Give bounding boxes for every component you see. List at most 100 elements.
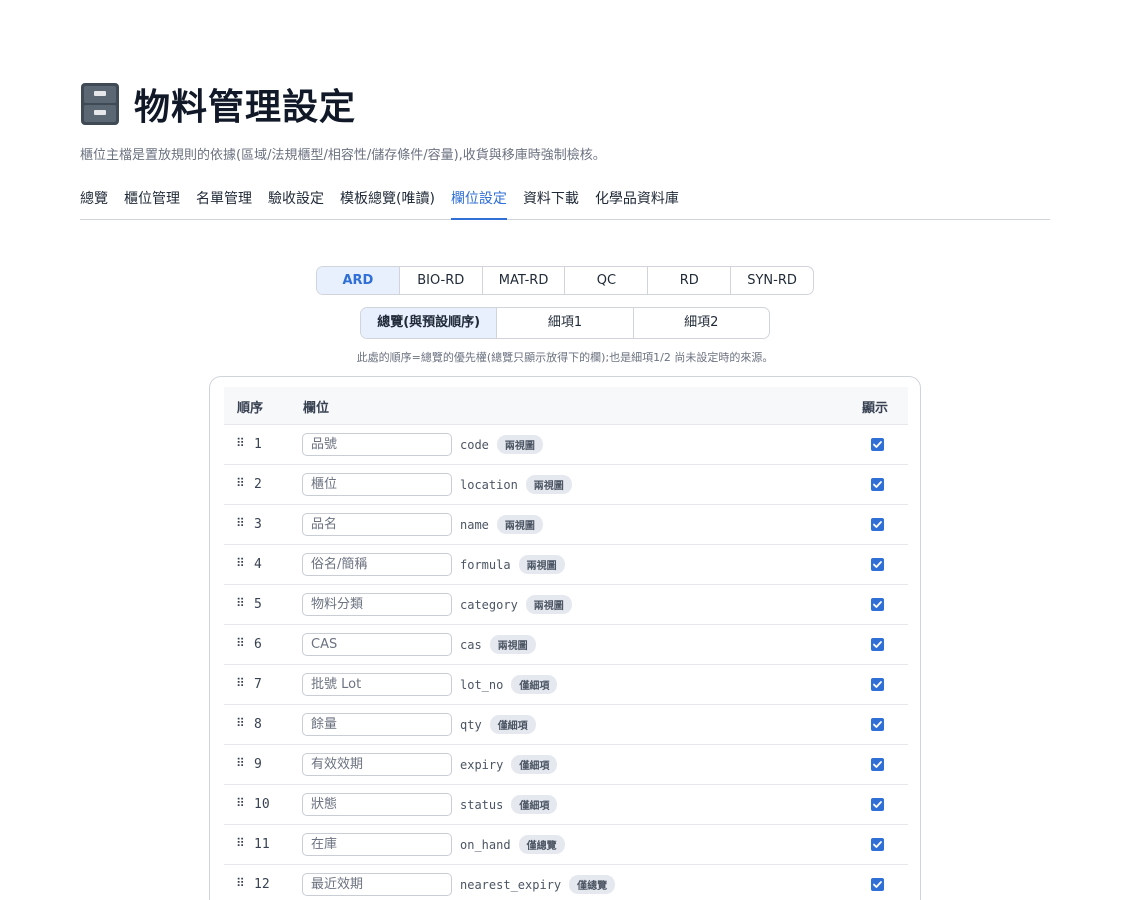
- field-label-input[interactable]: [302, 593, 452, 616]
- show-checkbox[interactable]: [871, 558, 884, 571]
- scope-badge: 兩視圖: [525, 475, 572, 494]
- scope-badge: 兩視圖: [518, 555, 565, 574]
- show-checkbox[interactable]: [871, 598, 884, 611]
- row-order: 3: [254, 517, 262, 532]
- column-header-show: 顯示: [862, 401, 889, 416]
- drag-handle-icon[interactable]: ⠿: [236, 836, 245, 850]
- tab-overview[interactable]: 總覽: [80, 186, 108, 220]
- field-key: category: [460, 597, 518, 612]
- show-checkbox[interactable]: [871, 638, 884, 651]
- field-key: lot_no: [460, 677, 504, 692]
- view-detail-1[interactable]: 細項1: [497, 308, 634, 338]
- scope-badge: 僅總覽: [569, 875, 616, 894]
- row-order: 7: [254, 677, 262, 692]
- department-mat-rd[interactable]: MAT-RD: [483, 267, 566, 294]
- department-ard[interactable]: ARD: [317, 267, 400, 294]
- table-row[interactable]: ⠿ 12 nearest_expiry 僅總覽: [224, 865, 908, 900]
- show-checkbox[interactable]: [871, 798, 884, 811]
- row-order: 2: [254, 477, 262, 492]
- show-checkbox[interactable]: [871, 518, 884, 531]
- file-cabinet-icon: [80, 82, 120, 126]
- show-checkbox[interactable]: [871, 678, 884, 691]
- field-label-input[interactable]: [302, 673, 452, 696]
- table-row[interactable]: ⠿ 9 expiry 僅細項: [224, 745, 908, 785]
- table-row[interactable]: ⠿ 11 on_hand 僅總覽: [224, 825, 908, 865]
- field-key-group: qty 僅細項: [460, 715, 536, 734]
- checkbox-checked-icon: [873, 881, 882, 888]
- scope-badge: 僅總覽: [518, 835, 565, 854]
- field-label-input[interactable]: [302, 553, 452, 576]
- field-label-input[interactable]: [302, 713, 452, 736]
- table-row[interactable]: ⠿ 10 status 僅細項: [224, 785, 908, 825]
- drag-handle-icon[interactable]: ⠿: [236, 716, 245, 730]
- table-row[interactable]: ⠿ 1 code 兩視圖: [224, 425, 908, 465]
- drag-handle-icon[interactable]: ⠿: [236, 796, 245, 810]
- checkbox-checked-icon: [873, 641, 882, 648]
- table-row[interactable]: ⠿ 4 formula 兩視圖: [224, 545, 908, 585]
- row-order: 6: [254, 637, 262, 652]
- row-order: 9: [254, 757, 262, 772]
- field-key: qty: [460, 717, 482, 732]
- field-label-input[interactable]: [302, 433, 452, 456]
- drag-handle-icon[interactable]: ⠿: [236, 516, 245, 530]
- tab-inspection-settings[interactable]: 驗收設定: [268, 186, 324, 220]
- drag-handle-icon[interactable]: ⠿: [236, 636, 245, 650]
- department-bio-rd[interactable]: BIO-RD: [400, 267, 483, 294]
- tab-data-download[interactable]: 資料下載: [523, 186, 579, 220]
- field-key: status: [460, 797, 504, 812]
- drag-handle-icon[interactable]: ⠿: [236, 876, 245, 890]
- tab-location-management[interactable]: 櫃位管理: [124, 186, 180, 220]
- scope-badge: 僅細項: [511, 675, 558, 694]
- department-qc[interactable]: QC: [565, 267, 649, 294]
- tab-field-settings[interactable]: 欄位設定: [450, 186, 507, 220]
- tab-template-overview[interactable]: 模板總覽(唯讀): [340, 186, 435, 220]
- field-key-group: lot_no 僅細項: [460, 675, 558, 694]
- department-rd[interactable]: RD: [648, 267, 732, 294]
- field-key-group: formula 兩視圖: [460, 555, 565, 574]
- field-key: name: [460, 517, 489, 532]
- drag-handle-icon[interactable]: ⠿: [236, 596, 245, 610]
- drag-handle-icon[interactable]: ⠿: [236, 556, 245, 570]
- table-row[interactable]: ⠿ 2 location 兩視圖: [224, 465, 908, 505]
- field-label-input[interactable]: [302, 473, 452, 496]
- field-key-group: category 兩視圖: [460, 595, 572, 614]
- field-label-input[interactable]: [302, 873, 452, 896]
- checkbox-checked-icon: [873, 681, 882, 688]
- tab-chemical-database[interactable]: 化學品資料庫: [595, 186, 679, 220]
- checkbox-checked-icon: [873, 601, 882, 608]
- drag-handle-icon[interactable]: ⠿: [236, 476, 245, 490]
- row-order: 11: [254, 837, 270, 852]
- field-key-group: nearest_expiry 僅總覽: [460, 875, 616, 894]
- field-label-input[interactable]: [302, 513, 452, 536]
- field-key: formula: [460, 557, 511, 572]
- view-overview[interactable]: 總覽(與預設順序): [361, 308, 498, 338]
- field-label-input[interactable]: [302, 793, 452, 816]
- table-row[interactable]: ⠿ 3 name 兩視圖: [224, 505, 908, 545]
- tab-list-management[interactable]: 名單管理: [196, 186, 252, 220]
- column-header-field: 欄位: [303, 401, 330, 416]
- field-label-input[interactable]: [302, 633, 452, 656]
- field-key-group: cas 兩視圖: [460, 635, 536, 654]
- field-label-input[interactable]: [302, 753, 452, 776]
- table-row[interactable]: ⠿ 7 lot_no 僅細項: [224, 665, 908, 705]
- table-row[interactable]: ⠿ 5 category 兩視圖: [224, 585, 908, 625]
- show-checkbox[interactable]: [871, 878, 884, 891]
- row-order: 1: [254, 437, 262, 452]
- table-row[interactable]: ⠿ 8 qty 僅細項: [224, 705, 908, 745]
- drag-handle-icon[interactable]: ⠿: [236, 436, 245, 450]
- scope-badge: 兩視圖: [496, 435, 543, 454]
- checkbox-checked-icon: [873, 801, 882, 808]
- show-checkbox[interactable]: [871, 478, 884, 491]
- view-detail-2[interactable]: 細項2: [634, 308, 769, 338]
- table-row[interactable]: ⠿ 6 cas 兩視圖: [224, 625, 908, 665]
- drag-handle-icon[interactable]: ⠿: [236, 756, 245, 770]
- show-checkbox[interactable]: [871, 718, 884, 731]
- department-syn-rd[interactable]: SYN-RD: [731, 267, 813, 294]
- show-checkbox[interactable]: [871, 758, 884, 771]
- field-key-group: on_hand 僅總覽: [460, 835, 565, 854]
- drag-handle-icon[interactable]: ⠿: [236, 676, 245, 690]
- show-checkbox[interactable]: [871, 838, 884, 851]
- field-key: nearest_expiry: [460, 877, 562, 892]
- show-checkbox[interactable]: [871, 438, 884, 451]
- field-label-input[interactable]: [302, 833, 452, 856]
